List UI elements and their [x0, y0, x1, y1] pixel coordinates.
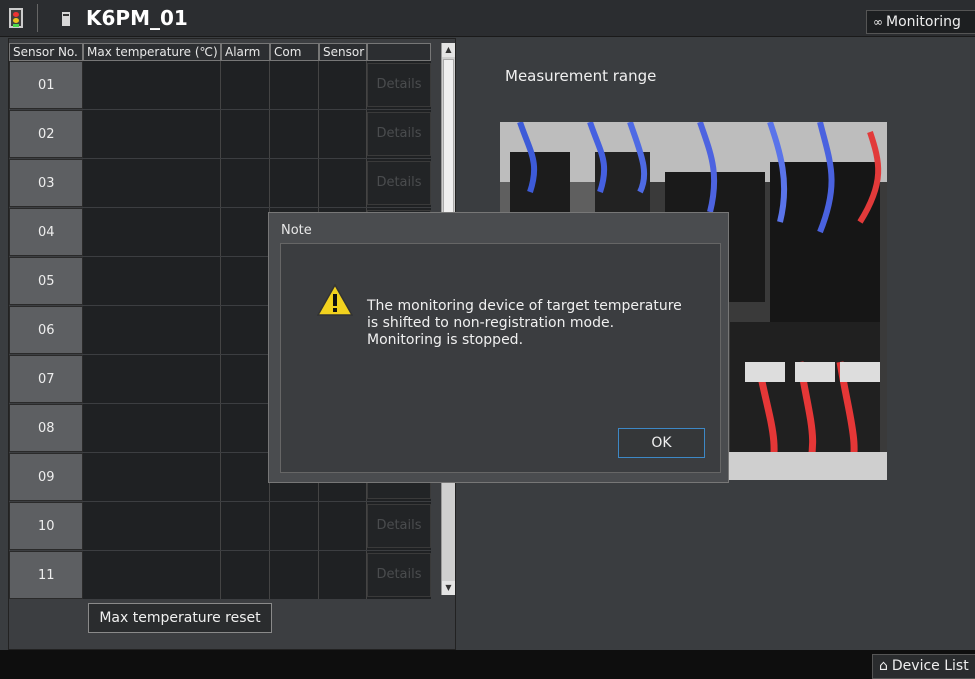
- column-header-sensor-no: Sensor No.: [9, 43, 83, 61]
- alarm-cell: [221, 502, 270, 550]
- sensor-cell: [319, 110, 367, 158]
- column-header-details: [367, 43, 431, 61]
- title-bar: K6PM_01 ∞ Monitoring: [0, 0, 975, 37]
- device-list-label: Device List: [891, 658, 969, 674]
- sensor-number: 01: [9, 61, 83, 109]
- table-row: 11 Details: [9, 551, 431, 599]
- alarm-cell: [221, 257, 270, 305]
- table-row: 01 Details: [9, 61, 431, 109]
- alarm-cell: [221, 551, 270, 599]
- traffic-light-icon: [9, 8, 23, 28]
- max-temperature-cell: [83, 404, 221, 452]
- dialog-body: The monitoring device of target temperat…: [280, 243, 721, 473]
- details-button[interactable]: Details: [367, 63, 431, 107]
- details-button[interactable]: Details: [367, 112, 431, 156]
- com-cell: [270, 502, 319, 550]
- details-cell: Details: [367, 159, 431, 207]
- alarm-cell: [221, 61, 270, 109]
- sensor-number: 08: [9, 404, 83, 452]
- dialog-message-line2: is shifted to non-registration mode.: [367, 315, 615, 331]
- glasses-icon: ∞: [873, 15, 883, 29]
- column-header-com: Com: [270, 43, 319, 61]
- scroll-up-icon[interactable]: ▲: [442, 43, 455, 57]
- divider: [37, 4, 38, 32]
- column-header-max-temperature: Max temperature (℃): [83, 43, 221, 61]
- note-dialog: Note The monitoring device of target tem…: [268, 212, 729, 483]
- dialog-message-line1: The monitoring device of target temperat…: [367, 298, 682, 314]
- column-header-alarm: Alarm: [221, 43, 270, 61]
- bottom-bar: [0, 650, 975, 679]
- table-row: 02 Details: [9, 110, 431, 158]
- table-row: 03 Details: [9, 159, 431, 207]
- max-temperature-cell: [83, 61, 221, 109]
- warning-icon: [317, 284, 353, 316]
- sensor-cell: [319, 502, 367, 550]
- details-cell: Details: [367, 502, 431, 550]
- max-temperature-cell: [83, 208, 221, 256]
- max-temperature-reset-button[interactable]: Max temperature reset: [88, 603, 272, 633]
- alarm-cell: [221, 208, 270, 256]
- alarm-cell: [221, 453, 270, 501]
- sensor-number: 11: [9, 551, 83, 599]
- sensor-cell: [319, 159, 367, 207]
- sensor-cell: [319, 551, 367, 599]
- scroll-down-icon[interactable]: ▼: [442, 581, 455, 595]
- sensor-number: 07: [9, 355, 83, 403]
- device-icon: [62, 12, 70, 26]
- alarm-cell: [221, 159, 270, 207]
- monitoring-button[interactable]: ∞ Monitoring: [866, 10, 975, 34]
- sensor-number: 03: [9, 159, 83, 207]
- details-cell: Details: [367, 61, 431, 109]
- alarm-cell: [221, 306, 270, 354]
- max-temperature-cell: [83, 257, 221, 305]
- dialog-message-line3: Monitoring is stopped.: [367, 332, 524, 348]
- alarm-cell: [221, 404, 270, 452]
- sensor-number: 04: [9, 208, 83, 256]
- details-button[interactable]: Details: [367, 504, 431, 548]
- max-temperature-cell: [83, 159, 221, 207]
- com-cell: [270, 110, 319, 158]
- sensor-number: 05: [9, 257, 83, 305]
- dialog-title: Note: [281, 223, 312, 238]
- max-temperature-cell: [83, 453, 221, 501]
- max-temperature-cell: [83, 110, 221, 158]
- alarm-cell: [221, 110, 270, 158]
- com-cell: [270, 551, 319, 599]
- sensor-cell: [319, 61, 367, 109]
- com-cell: [270, 61, 319, 109]
- details-button[interactable]: Details: [367, 553, 431, 597]
- dialog-message: The monitoring device of target temperat…: [367, 298, 682, 349]
- sensor-number: 02: [9, 110, 83, 158]
- details-button[interactable]: Details: [367, 161, 431, 205]
- table-header: Sensor No. Max temperature (℃) Alarm Com…: [9, 43, 431, 61]
- device-list-button[interactable]: ⌂ Device List: [872, 654, 975, 679]
- table-row: 10 Details: [9, 502, 431, 550]
- max-temperature-cell: [83, 502, 221, 550]
- com-cell: [270, 159, 319, 207]
- alarm-cell: [221, 355, 270, 403]
- sensor-number: 10: [9, 502, 83, 550]
- details-cell: Details: [367, 551, 431, 599]
- measurement-range-label: Measurement range: [505, 67, 657, 85]
- sensor-number: 06: [9, 306, 83, 354]
- details-cell: Details: [367, 110, 431, 158]
- sensor-number: 09: [9, 453, 83, 501]
- column-header-sensor: Sensor: [319, 43, 367, 61]
- monitoring-label: Monitoring: [886, 14, 961, 30]
- max-temperature-cell: [83, 306, 221, 354]
- max-temperature-cell: [83, 551, 221, 599]
- home-icon: ⌂: [879, 658, 888, 674]
- ok-button[interactable]: OK: [618, 428, 705, 458]
- page-title: K6PM_01: [86, 6, 188, 30]
- max-temperature-cell: [83, 355, 221, 403]
